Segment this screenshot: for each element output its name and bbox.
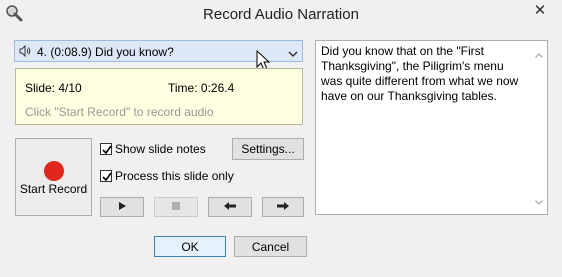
scroll-down-icon[interactable] [535,194,543,208]
close-button[interactable]: ✕ [522,0,558,20]
speaker-icon [19,44,31,58]
slide-select-value: 4. (0:08.9) Did you know? [37,45,174,59]
arrow-left-icon [223,200,237,214]
start-record-label: Start Record [19,182,88,196]
start-record-button[interactable]: Start Record [15,138,92,216]
chevron-down-icon[interactable] [288,47,298,58]
title-bar: Record Audio Narration ✕ [0,0,562,30]
previous-button[interactable] [208,197,252,217]
arrow-right-icon [276,200,290,214]
show-notes-label[interactable]: Show slide notes [115,142,206,156]
play-button[interactable] [100,197,144,217]
slide-notes-textbox[interactable]: Did you know that on the "First Thanksgi… [315,40,548,215]
slide-info-panel: Slide: 4/10 Time: 0:26.4 Click "Start Re… [15,68,303,125]
record-hint: Click "Start Record" to record audio [25,105,214,119]
ok-button[interactable]: OK [154,236,226,257]
next-button[interactable] [262,197,304,217]
close-icon: ✕ [533,2,547,19]
cancel-button[interactable]: Cancel [234,236,307,257]
window-title: Record Audio Narration [203,6,359,23]
record-icon [44,161,64,181]
show-notes-checkbox[interactable] [100,143,112,155]
settings-button[interactable]: Settings... [232,138,304,160]
this-slide-only-checkbox[interactable] [100,170,112,182]
notes-scrollbar[interactable] [531,41,547,214]
this-slide-only-label[interactable]: Process this slide only [115,169,234,183]
stop-button[interactable] [154,197,198,217]
scroll-up-icon[interactable] [535,47,543,61]
slide-notes-text[interactable]: Did you know that on the "First Thanksgi… [321,44,526,104]
slide-counter: Slide: 4/10 [25,81,82,95]
play-icon [117,200,127,214]
slide-time: Time: 0:26.4 [168,81,235,95]
stop-icon [171,200,181,214]
